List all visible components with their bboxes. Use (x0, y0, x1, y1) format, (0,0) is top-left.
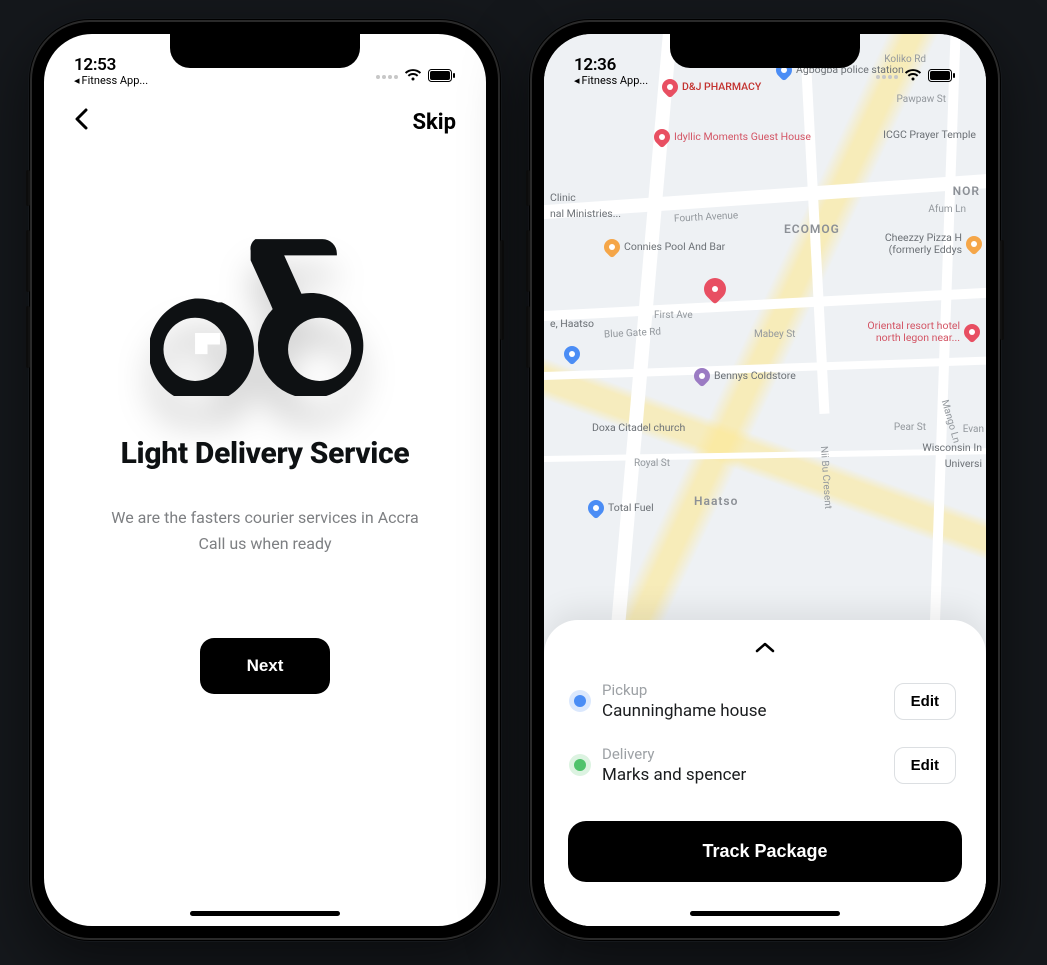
motorbike-logo-icon (150, 226, 380, 396)
device-notch (670, 34, 860, 68)
next-button[interactable]: Next (200, 638, 330, 694)
expand-sheet-button[interactable] (568, 634, 962, 659)
delivery-dot-icon (574, 759, 586, 771)
phone-frame-tracking: 12:36 ◂ Fitness App... (530, 20, 1000, 940)
map-area-label: Haatso (694, 494, 738, 508)
map-road-label: First Ave (654, 310, 693, 321)
pickup-row: Pickup Caunninghame house Edit (568, 669, 962, 733)
map-area-label: NOR (953, 184, 980, 198)
map-road-label: Blue Gate Rd (604, 327, 662, 341)
status-time: 12:36 (574, 57, 648, 74)
onboarding-subtitle-line2: Call us when ready (198, 534, 331, 553)
map-pin-icon (651, 126, 674, 149)
map-poi[interactable]: Doxa Citadel church (592, 422, 685, 434)
status-left: 12:53 ◂ Fitness App... (74, 57, 148, 86)
map-poi[interactable]: Wisconsin InUniversi (922, 442, 982, 469)
onboarding-screen: 12:53 ◂ Fitness App... Skip (44, 34, 486, 926)
status-left: 12:36 ◂ Fitness App... (574, 57, 648, 86)
battery-icon (928, 67, 956, 86)
edit-pickup-button[interactable]: Edit (894, 683, 956, 720)
onboarding-body: Light Delivery Service We are the faster… (44, 146, 486, 926)
caret-left-icon: ◂ (574, 75, 580, 86)
map-poi[interactable]: Connies Pool And Bar (604, 239, 725, 255)
map-pin-icon (585, 497, 608, 520)
map-poi-marker[interactable] (704, 278, 726, 300)
map-pin-icon (699, 273, 730, 304)
map-poi[interactable]: Bennys Coldstore (694, 368, 796, 384)
map-poi[interactable]: ICGC Prayer Temple (883, 129, 976, 141)
pickup-info: Pickup Caunninghame house (602, 681, 878, 721)
edit-delivery-button[interactable]: Edit (894, 747, 956, 784)
volume-button (26, 230, 30, 292)
chevron-up-icon (755, 641, 775, 653)
bottom-sheet: Pickup Caunninghame house Edit Delivery … (544, 620, 986, 926)
volume-button (526, 306, 530, 368)
status-time: 12:53 (74, 57, 148, 74)
power-button (500, 240, 504, 340)
battery-icon (428, 67, 456, 86)
onboarding-title: Light Delivery Service (121, 436, 410, 471)
delivery-label: Delivery (602, 745, 878, 763)
map-poi[interactable]: Total Fuel (588, 500, 654, 516)
back-button[interactable] (74, 108, 88, 136)
map-road (544, 448, 986, 463)
cellular-dots-icon (876, 75, 898, 79)
map-pin-icon (691, 365, 714, 388)
power-button (1000, 240, 1004, 340)
map-pin-icon (961, 320, 984, 343)
map-road-label: Mabey St (754, 329, 795, 340)
back-to-app-link[interactable]: ◂ Fitness App... (574, 75, 648, 86)
map-road (544, 286, 986, 322)
map-poi[interactable]: e, Haatso (550, 318, 594, 330)
pickup-label: Pickup (602, 681, 878, 699)
status-right (376, 67, 456, 86)
map-area-label: ECOMOG (784, 222, 840, 236)
track-package-button[interactable]: Track Package (568, 821, 962, 882)
map-road-label: Fourth Avenue (674, 210, 739, 224)
device-notch (170, 34, 360, 68)
cellular-dots-icon (376, 75, 398, 79)
volume-button (526, 170, 530, 206)
phone-frame-onboarding: 12:53 ◂ Fitness App... Skip (30, 20, 500, 940)
volume-button (26, 306, 30, 368)
nav-row: Skip (44, 88, 486, 146)
map-road-label: Evan (963, 424, 984, 435)
map-road-label: Pawpaw St (897, 94, 946, 105)
map-pin-icon (601, 236, 624, 259)
wifi-icon (904, 67, 922, 86)
delivery-info: Delivery Marks and spencer (602, 745, 878, 785)
pickup-dot-icon (574, 695, 586, 707)
wifi-icon (404, 67, 422, 86)
status-right (876, 67, 956, 86)
map-road-label: Royal St (634, 458, 670, 469)
map-road-label: Pear St (894, 422, 926, 433)
chevron-left-icon (74, 108, 88, 130)
home-indicator[interactable] (190, 911, 340, 916)
caret-left-icon: ◂ (74, 75, 80, 86)
onboarding-subtitle-line1: We are the fasters courier services in A… (111, 508, 418, 527)
map-poi[interactable]: Idyllic Moments Guest House (654, 129, 811, 145)
back-to-app-label: Fitness App... (82, 75, 149, 86)
map-poi[interactable]: Clinicnal Ministries... (550, 192, 621, 219)
volume-button (526, 230, 530, 292)
map-poi[interactable]: Cheezzy Pizza H(formerly Eddys (885, 232, 982, 255)
tracking-screen: 12:36 ◂ Fitness App... (544, 34, 986, 926)
volume-button (26, 170, 30, 206)
onboarding-subtitle: We are the fasters courier services in A… (111, 505, 418, 558)
pickup-value: Caunninghame house (602, 701, 878, 721)
map-pin-icon (963, 232, 986, 255)
skip-button[interactable]: Skip (413, 110, 457, 135)
delivery-value: Marks and spencer (602, 765, 878, 785)
map-road-label: Afum Ln (928, 204, 966, 215)
map-poi-marker[interactable] (564, 346, 580, 362)
back-to-app-label: Fitness App... (582, 75, 649, 86)
back-to-app-link[interactable]: ◂ Fitness App... (74, 75, 148, 86)
map-poi[interactable]: Oriental resort hotelnorth legon near... (867, 320, 980, 343)
map-pin-icon (561, 343, 584, 366)
delivery-row: Delivery Marks and spencer Edit (568, 733, 962, 797)
home-indicator[interactable] (690, 911, 840, 916)
